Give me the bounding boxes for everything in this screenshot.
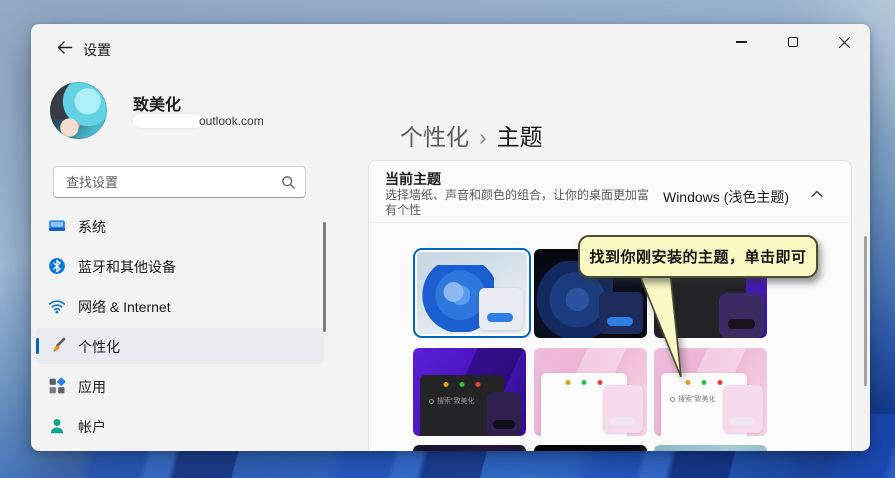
maximize-button[interactable]: [771, 24, 815, 60]
mini-search-row: 搜索"致美化: [429, 396, 475, 406]
mini-search-text: 搜索"致美化: [678, 394, 716, 404]
sidebar-item-label: 网络 & Internet: [78, 297, 171, 317]
search-icon: [281, 175, 296, 190]
profile-email-text: outlook.com: [199, 114, 264, 128]
theme-thumbnail-windows-light[interactable]: [413, 248, 531, 338]
theme-preview-pink: [534, 348, 647, 436]
mini-window-card: [599, 292, 643, 334]
desktop: 设置 致美化 outlook.com 系统: [0, 0, 895, 478]
mini-window-card: [487, 392, 521, 436]
traffic-dots: [566, 380, 603, 385]
mini-window-card: [719, 293, 764, 338]
selected-indicator: [36, 338, 39, 354]
sidebar-scrollbar[interactable]: [323, 222, 326, 332]
breadcrumb-separator: ›: [479, 124, 487, 150]
mini-search-icon: [429, 399, 434, 404]
apps-icon: [48, 377, 66, 395]
sidebar-item-personalization[interactable]: 个性化: [36, 328, 324, 364]
network-icon: [48, 297, 66, 315]
user-profile[interactable]: 致美化 outlook.com: [50, 81, 340, 141]
theme-preview-purple: 搜索"致美化: [413, 348, 526, 436]
sidebar-item-label: 帐户: [78, 417, 106, 437]
traffic-dots: [444, 382, 481, 387]
chevron-up-icon[interactable]: [809, 187, 825, 201]
mini-window-card: [723, 385, 763, 433]
system-icon: [48, 217, 66, 235]
minimize-icon: [736, 41, 747, 42]
callout-text: 找到你刚安装的主题，单击即可: [589, 246, 806, 267]
mini-accent-pill: [493, 420, 515, 429]
theme-thumbnail-partial-2[interactable]: [534, 445, 647, 451]
card-title: 当前主题: [385, 169, 441, 189]
sidebar-item-system[interactable]: 系统: [36, 208, 324, 244]
breadcrumb-personalization[interactable]: 个性化: [400, 124, 469, 150]
theme-preview-pink: 搜索"致美化: [654, 348, 767, 436]
personalization-icon: [48, 337, 66, 355]
theme-preview-light: [417, 252, 527, 334]
breadcrumb: 个性化 › 主题: [400, 118, 543, 152]
app-title: 设置: [83, 40, 111, 60]
theme-thumbnail-purple[interactable]: 搜索"致美化: [413, 348, 526, 436]
current-theme-value: Windows (浅色主题): [663, 187, 789, 207]
sidebar-item-accounts[interactable]: 帐户: [36, 408, 324, 444]
theme-preview: [534, 445, 647, 451]
search-settings-box[interactable]: [53, 166, 306, 198]
theme-thumbnail-pink-1[interactable]: [534, 348, 647, 436]
email-censor-blur: [133, 114, 203, 128]
search-input[interactable]: [54, 167, 305, 197]
sidebar-item-label: 应用: [78, 377, 106, 397]
theme-thumbnail-partial-1[interactable]: [413, 445, 526, 451]
sidebar-item-label: 个性化: [78, 337, 120, 357]
current-theme-expander-header[interactable]: 当前主题 选择墙纸、声音和颜色的组合，让你的桌面更加富有个性 Windows (…: [369, 161, 851, 223]
back-arrow-icon: [56, 40, 73, 55]
profile-email: outlook.com: [133, 114, 264, 128]
mini-accent-pill: [610, 417, 635, 426]
maximize-icon: [788, 37, 798, 47]
current-theme-card: 当前主题 选择墙纸、声音和颜色的组合，让你的桌面更加富有个性 Windows (…: [368, 160, 852, 451]
close-button[interactable]: [822, 24, 866, 60]
close-icon: [838, 36, 851, 49]
card-description: 选择墙纸、声音和颜色的组合，让你的桌面更加富有个性: [385, 188, 651, 218]
theme-thumbnail-pink-2[interactable]: 搜索"致美化: [654, 348, 767, 436]
mini-search-text: 搜索"致美化: [437, 396, 475, 406]
minimize-button[interactable]: [719, 24, 763, 60]
mini-search-row: 搜索"致美化: [670, 394, 716, 404]
mini-window-card: [479, 288, 523, 330]
bluetooth-icon: [48, 257, 66, 275]
mini-accent-pill: [728, 319, 755, 329]
sidebar-item-label: 蓝牙和其他设备: [78, 257, 176, 277]
mini-accent-pill: [607, 317, 633, 326]
mini-accent-pill: [730, 417, 755, 426]
traffic-dots: [686, 380, 723, 385]
theme-preview: [654, 445, 767, 451]
page-title: 主题: [497, 124, 543, 150]
mini-search-icon: [670, 397, 675, 402]
sidebar-item-apps[interactable]: 应用: [36, 368, 324, 404]
sidebar-item-network[interactable]: 网络 & Internet: [36, 288, 324, 324]
main-scrollbar[interactable]: [864, 236, 867, 386]
theme-preview: [413, 445, 526, 451]
profile-name: 致美化: [133, 91, 181, 115]
sidebar-item-label: 系统: [78, 217, 106, 237]
mini-window-card: [603, 385, 643, 433]
back-button[interactable]: [47, 32, 81, 62]
theme-thumbnail-partial-3[interactable]: [654, 445, 767, 451]
accounts-icon: [48, 417, 66, 435]
mini-accent-pill: [487, 313, 513, 322]
avatar: [50, 82, 107, 139]
callout-tooltip: 找到你刚安装的主题，单击即可: [578, 235, 818, 278]
sidebar-item-bluetooth[interactable]: 蓝牙和其他设备: [36, 248, 324, 284]
